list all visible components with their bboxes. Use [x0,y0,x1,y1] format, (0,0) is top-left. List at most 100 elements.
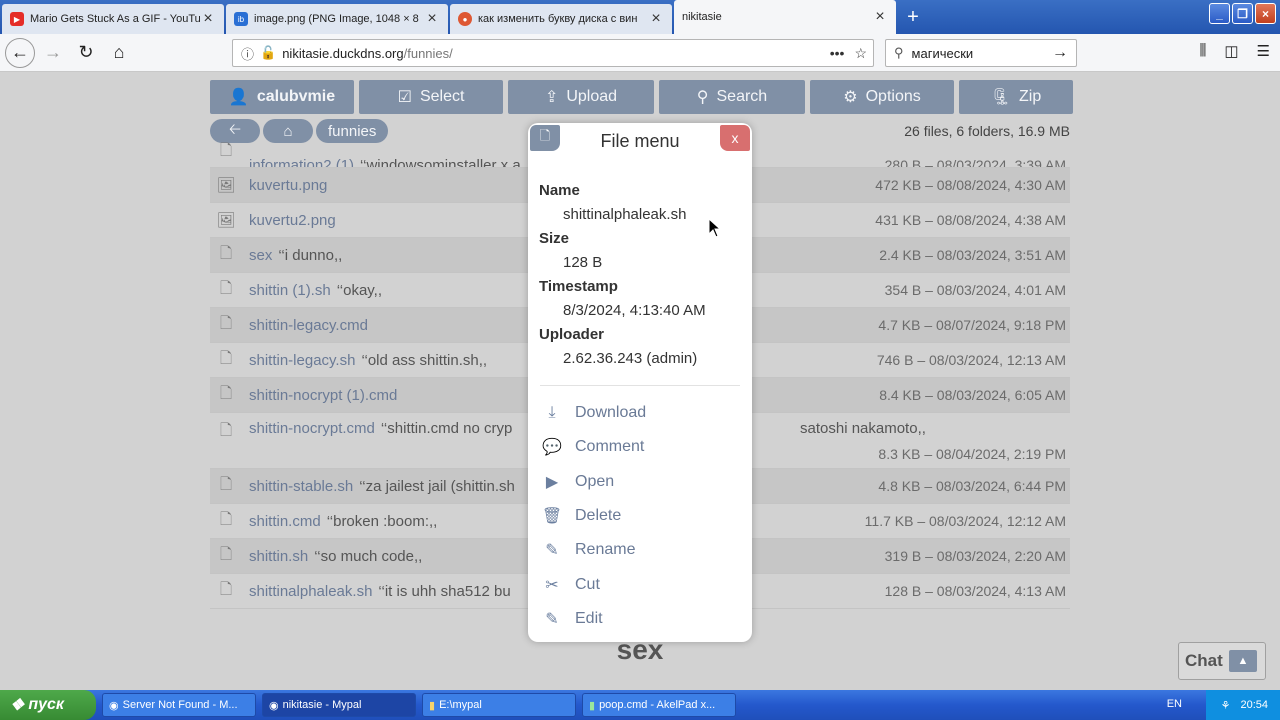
file-comment-tail: satoshi nakamoto,, [800,420,926,437]
zip-label: Zip [1019,88,1042,105]
breadcrumb: 🡠 ⌂ funnies [210,119,389,143]
taskbar-item[interactable]: ◉ Server Not Found - M... [102,693,256,717]
url-bar[interactable]: ⓘ 🔓 nikitasie.duckdns.org/funnies/ ••• ☆ [232,39,874,67]
file-name[interactable]: shittin-nocrypt (1).cmd [249,387,397,404]
file-meta: 280 B – 08/03/2024, 3:39 AM [884,157,1066,168]
tab-close-icon[interactable]: × [648,10,664,28]
open-action[interactable]: ▶ Open [540,465,646,499]
sidebar-icon[interactable]: ◫ [1224,42,1238,60]
scissors-icon: ✂ [545,576,559,594]
file-name[interactable]: shittin-legacy.sh [249,352,355,369]
breadcrumb-back[interactable]: 🡠 [210,119,260,143]
user-icon: 👤 [228,89,249,106]
duckduckgo-icon: ● [458,12,472,26]
zip-button[interactable]: 🗜 Zip [959,80,1073,114]
zip-icon: 🗜 [990,89,1012,106]
file-menu-modal: 🗋 File menu x Name shittinalphaleak.sh S… [528,123,752,642]
network-icon[interactable]: ⚘ [1221,699,1231,712]
edit-action[interactable]: ✎ Edit [540,602,646,636]
taskbar-item[interactable]: ◉ nikitasie - Mypal [262,693,416,717]
tab-title: Mario Gets Stuck As a GIF - YouTube [30,13,200,25]
task-label: Server Not Found - M... [122,699,238,711]
forward-button[interactable]: → [38,38,68,68]
user-label: calubvmie [256,88,336,105]
action-label: Open [575,472,615,490]
new-tab-button[interactable]: + [896,0,930,34]
options-label: Options [865,88,921,105]
user-button[interactable]: 👤 calubvmie [210,80,354,114]
download-action[interactable]: ⤓ Download [540,396,646,430]
taskbar-item[interactable]: ▮ poop.cmd - AkelPad x... [582,693,736,717]
maximize-button[interactable]: ❐ [1232,3,1253,24]
search-bar[interactable]: ⚲ магически → [885,39,1077,67]
upload-icon: ⇪ [544,89,559,106]
menu-icon[interactable]: ☰ [1257,42,1270,60]
rename-action[interactable]: ✎ Rename [540,533,646,567]
upload-button[interactable]: ⇪ Upload [508,80,654,114]
file-name[interactable]: shittin.sh [249,548,308,565]
page-actions-icon[interactable]: ••• [830,45,845,62]
tab-youtube[interactable]: ▶ Mario Gets Stuck As a GIF - YouTube × [2,4,224,34]
select-button[interactable]: ☑ Select [359,80,503,114]
size-value: 128 B [563,254,603,271]
file-actions: ⤓ Download 💬 Comment ▶ Open 🗑 Delete ✎ Rename… [540,396,646,636]
cut-action[interactable]: ✂ Cut [540,567,646,601]
play-icon: ▶ [545,473,559,491]
action-label: Comment [575,438,645,456]
breadcrumb-home[interactable]: ⌂ [263,119,313,143]
home-button[interactable]: ⌂ [104,38,134,68]
reload-button[interactable]: ↻ [71,38,101,68]
file-icon: 🗋 [219,349,233,367]
library-icon[interactable]: ⫼ [1199,42,1206,60]
delete-action[interactable]: 🗑 Delete [540,499,646,533]
tab-close-icon[interactable]: × [872,8,888,26]
file-name[interactable]: shittin-nocrypt.cmd [249,420,375,437]
tab-nikitasie[interactable]: nikitasie × [674,0,896,34]
home-icon: ⌂ [283,122,293,140]
chat-button[interactable]: Chat ▲ [1178,642,1266,680]
gear-icon: ⚙ [843,89,858,106]
modal-close-button[interactable]: x [720,125,750,151]
url-host: nikitasie.duckdns.org [282,45,404,61]
chevron-up-icon[interactable]: ▲ [1229,650,1257,672]
back-button[interactable]: ← [5,37,35,68]
taskbar-item[interactable]: ▮ E:\mypal [422,693,576,717]
options-button[interactable]: ⚙ Options [810,80,954,114]
file-meta: 4.7 KB – 08/07/2024, 9:18 PM [878,317,1066,333]
comment-action[interactable]: 💬 Comment [540,430,646,464]
file-icon: 🗋 [219,580,233,598]
start-label: пуск [28,696,65,713]
file-comment: ‘‘i dunno,, [278,246,343,264]
tab-image[interactable]: ib image.png (PNG Image, 1048 × 8 × [226,4,448,34]
action-label: Edit [575,609,603,627]
bookmark-star-icon[interactable]: ☆ [854,45,867,62]
tab-close-icon[interactable]: × [424,10,440,28]
info-icon[interactable]: ⓘ [241,44,254,63]
file-icon: 🗋 [219,314,233,332]
file-name[interactable]: sex [249,247,272,264]
file-name[interactable]: shittinalphaleak.sh [249,583,372,600]
search-input[interactable]: магически [912,46,974,61]
file-icon: 🗋 [219,475,233,493]
file-name[interactable]: information2 (1) [249,157,354,167]
url-path: /funnies/ [403,45,453,61]
file-meta: 354 B – 08/03/2024, 4:01 AM [884,282,1066,298]
tab-duckduckgo[interactable]: ● как изменить букву диска с вин × [450,4,672,34]
file-name[interactable]: kuvertu.png [249,177,327,194]
uploader-value: 2.62.36.243 (admin) [563,350,698,367]
search-button[interactable]: ⚲ Search [659,80,805,114]
uploader-label: Uploader [539,326,605,343]
minimize-button[interactable]: _ [1209,3,1230,24]
language-indicator[interactable]: EN [1167,698,1182,710]
tab-close-icon[interactable]: × [200,10,216,28]
breadcrumb-folder[interactable]: funnies [316,119,389,143]
file-name[interactable]: kuvertu2.png [249,212,336,229]
file-name[interactable]: shittin (1).sh [249,282,331,299]
file-name[interactable]: shittin.cmd [249,513,321,530]
search-go-icon[interactable]: → [1052,44,1068,62]
action-label: Cut [575,575,600,593]
file-name[interactable]: shittin-legacy.cmd [249,317,368,334]
file-name[interactable]: shittin-stable.sh [249,478,353,495]
start-button[interactable]: ❖ пуск [0,690,96,720]
close-window-button[interactable]: × [1255,3,1276,24]
